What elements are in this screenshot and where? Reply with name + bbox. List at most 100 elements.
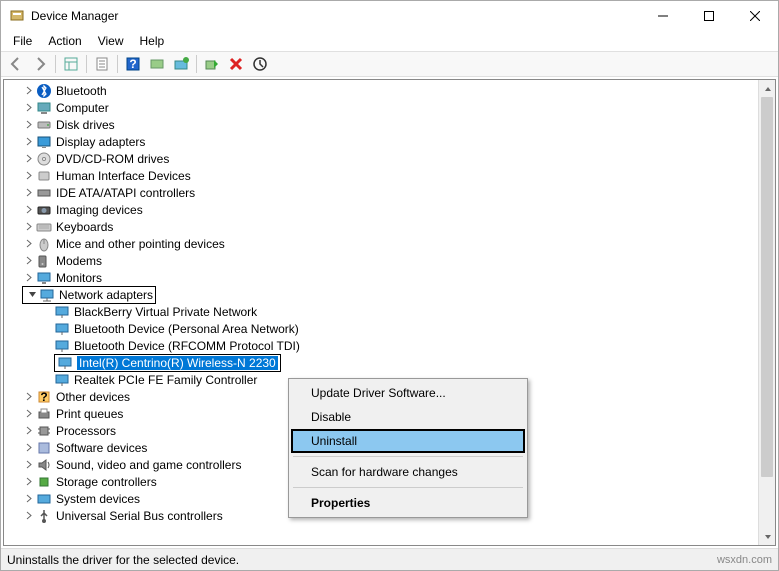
tree-item-network-adapters[interactable]: Network adapters xyxy=(6,286,756,303)
forward-button[interactable] xyxy=(29,53,51,75)
tree-item-ide[interactable]: IDE ATA/ATAPI controllers xyxy=(6,184,756,201)
tree-label: Mice and other pointing devices xyxy=(56,237,225,251)
chevron-right-icon[interactable] xyxy=(22,458,36,472)
chevron-right-icon[interactable] xyxy=(22,424,36,438)
scroll-up-button[interactable] xyxy=(759,80,776,97)
tree-item-disk[interactable]: Disk drives xyxy=(6,116,756,133)
chevron-right-icon[interactable] xyxy=(22,271,36,285)
display-icon xyxy=(36,134,52,150)
tree-label: Storage controllers xyxy=(56,475,157,489)
tree-item-computer[interactable]: Computer xyxy=(6,99,756,116)
dvd-icon xyxy=(36,151,52,167)
printer-icon xyxy=(36,406,52,422)
storage-icon xyxy=(36,474,52,490)
tree-label: Display adapters xyxy=(56,135,145,149)
bluetooth-icon xyxy=(36,83,52,99)
chevron-right-icon[interactable] xyxy=(22,152,36,166)
update-button[interactable] xyxy=(170,53,192,75)
tree-label: Print queues xyxy=(56,407,123,421)
tree-item-imaging[interactable]: Imaging devices xyxy=(6,201,756,218)
chevron-right-icon[interactable] xyxy=(22,509,36,523)
computer-icon xyxy=(36,100,52,116)
svg-text:?: ? xyxy=(40,390,47,404)
tree-label: Modems xyxy=(56,254,102,268)
status-text: Uninstalls the driver for the selected d… xyxy=(7,553,239,567)
chevron-right-icon[interactable] xyxy=(22,475,36,489)
chevron-right-icon[interactable] xyxy=(22,169,36,183)
cpu-icon xyxy=(36,423,52,439)
ctx-uninstall[interactable]: Uninstall xyxy=(291,429,525,453)
tree-item-bluetooth[interactable]: Bluetooth xyxy=(6,82,756,99)
network-adapter-icon xyxy=(54,372,70,388)
menu-action[interactable]: Action xyxy=(40,32,89,50)
menu-help[interactable]: Help xyxy=(132,32,173,50)
chevron-right-icon[interactable] xyxy=(22,203,36,217)
chevron-right-icon[interactable] xyxy=(22,118,36,132)
monitor-icon xyxy=(36,270,52,286)
tree-label: Human Interface Devices xyxy=(56,169,191,183)
help-button[interactable]: ? xyxy=(122,53,144,75)
tree-item-monitors[interactable]: Monitors xyxy=(6,269,756,286)
menu-file[interactable]: File xyxy=(5,32,40,50)
chevron-right-icon[interactable] xyxy=(22,390,36,404)
menu-view[interactable]: View xyxy=(90,32,132,50)
chevron-right-icon[interactable] xyxy=(22,220,36,234)
svg-text:?: ? xyxy=(129,57,136,71)
tree-item-keyboards[interactable]: Keyboards xyxy=(6,218,756,235)
system-icon xyxy=(36,491,52,507)
statusbar: Uninstalls the driver for the selected d… xyxy=(1,548,778,570)
tree-child-item[interactable]: Bluetooth Device (RFCOMM Protocol TDI) xyxy=(6,337,756,354)
tree-item-mice[interactable]: Mice and other pointing devices xyxy=(6,235,756,252)
tree-label: Imaging devices xyxy=(56,203,143,217)
chevron-right-icon[interactable] xyxy=(22,492,36,506)
chevron-right-icon[interactable] xyxy=(22,254,36,268)
chevron-right-icon[interactable] xyxy=(22,101,36,115)
scan-button[interactable] xyxy=(146,53,168,75)
ctx-update-driver[interactable]: Update Driver Software... xyxy=(291,381,525,405)
chevron-down-icon[interactable] xyxy=(25,288,39,302)
tree-child-item[interactable]: Bluetooth Device (Personal Area Network) xyxy=(6,320,756,337)
ctx-properties[interactable]: Properties xyxy=(291,491,525,515)
tree-label: BlackBerry Virtual Private Network xyxy=(74,305,257,319)
scroll-thumb[interactable] xyxy=(761,97,773,477)
back-button[interactable] xyxy=(5,53,27,75)
scan-hardware-button[interactable] xyxy=(249,53,271,75)
scroll-down-button[interactable] xyxy=(759,528,776,545)
tree-item-dvd[interactable]: DVD/CD-ROM drives xyxy=(6,150,756,167)
imaging-icon xyxy=(36,202,52,218)
uninstall-button[interactable] xyxy=(225,53,247,75)
chevron-right-icon[interactable] xyxy=(22,237,36,251)
software-icon xyxy=(36,440,52,456)
tree-label: Bluetooth Device (Personal Area Network) xyxy=(74,322,299,336)
tree-item-hid[interactable]: Human Interface Devices xyxy=(6,167,756,184)
show-hide-button[interactable] xyxy=(60,53,82,75)
minimize-button[interactable] xyxy=(640,1,686,31)
chevron-right-icon[interactable] xyxy=(22,441,36,455)
tree-child-item-selected[interactable]: Intel(R) Centrino(R) Wireless-N 2230 xyxy=(6,354,756,371)
app-icon xyxy=(9,8,25,24)
tree-label: Software devices xyxy=(56,441,147,455)
chevron-right-icon[interactable] xyxy=(22,84,36,98)
vertical-scrollbar[interactable] xyxy=(758,80,775,545)
ctx-scan-hardware[interactable]: Scan for hardware changes xyxy=(291,460,525,484)
properties-button[interactable] xyxy=(91,53,113,75)
chevron-right-icon[interactable] xyxy=(22,186,36,200)
close-button[interactable] xyxy=(732,1,778,31)
chevron-right-icon[interactable] xyxy=(22,135,36,149)
ide-icon xyxy=(36,185,52,201)
tree-label: Universal Serial Bus controllers xyxy=(56,509,223,523)
menubar: File Action View Help xyxy=(1,31,778,51)
disk-icon xyxy=(36,117,52,133)
hid-icon xyxy=(36,168,52,184)
ctx-disable[interactable]: Disable xyxy=(291,405,525,429)
context-menu: Update Driver Software... Disable Uninst… xyxy=(288,378,528,518)
tree-label: System devices xyxy=(56,492,140,506)
tree-label: Computer xyxy=(56,101,109,115)
chevron-right-icon[interactable] xyxy=(22,407,36,421)
tree-item-display[interactable]: Display adapters xyxy=(6,133,756,150)
menu-separator xyxy=(293,456,523,457)
tree-child-item[interactable]: BlackBerry Virtual Private Network xyxy=(6,303,756,320)
maximize-button[interactable] xyxy=(686,1,732,31)
tree-item-modems[interactable]: Modems xyxy=(6,252,756,269)
enable-button[interactable] xyxy=(201,53,223,75)
